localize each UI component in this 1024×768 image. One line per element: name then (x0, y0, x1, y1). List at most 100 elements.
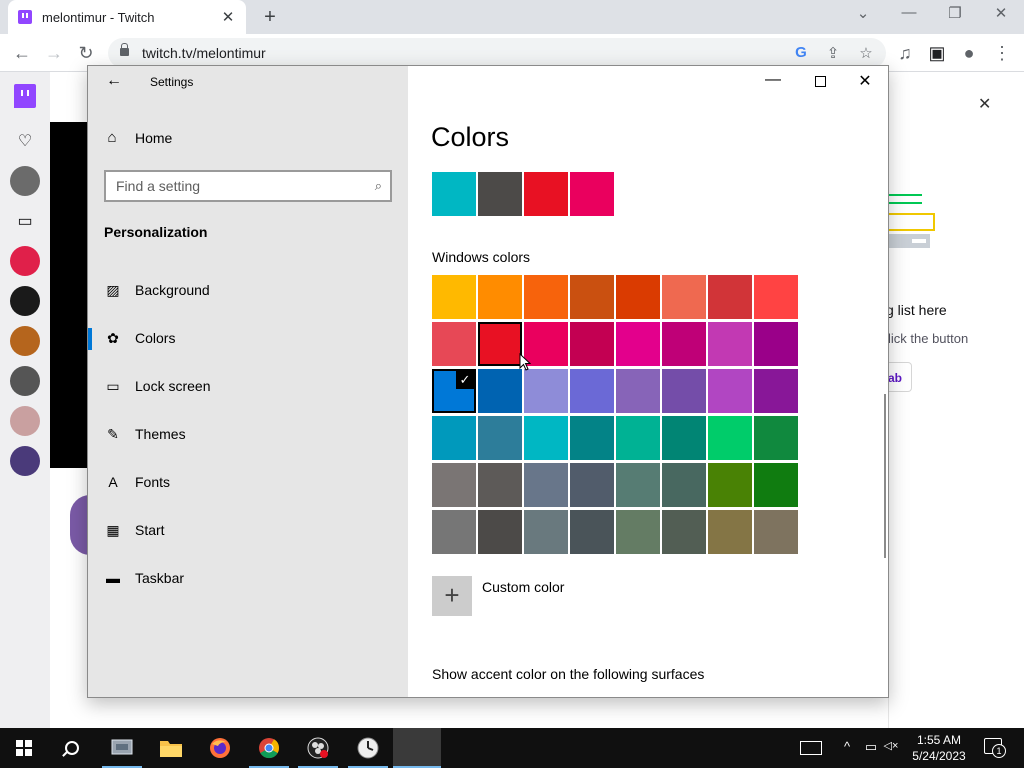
nav-item-lock-screen[interactable]: ▭ Lock screen (88, 366, 408, 406)
custom-color-button[interactable]: + Custom color (432, 576, 564, 616)
back-arrow-icon[interactable]: ← (104, 72, 124, 90)
followed-channel-avatar[interactable] (10, 326, 40, 356)
color-swatch[interactable] (662, 275, 706, 319)
browser-menu-icon[interactable]: ⋮ (991, 42, 1013, 64)
color-swatch[interactable] (432, 510, 476, 554)
color-swatch[interactable] (708, 416, 752, 460)
new-tab-button[interactable]: + (260, 6, 280, 29)
network-icon[interactable]: ▭ (862, 739, 880, 755)
taskbar-search-button[interactable] (48, 728, 96, 768)
taskbar-clock[interactable]: 1:55 AM 5/24/2023 (900, 732, 978, 764)
media-control-icon[interactable]: ♫ (894, 42, 916, 64)
start-button[interactable] (0, 728, 48, 768)
volume-muted-icon[interactable]: ◁× (882, 739, 900, 752)
following-heart-icon[interactable]: ♡ (14, 131, 36, 151)
color-swatch[interactable] (478, 463, 522, 507)
color-swatch[interactable] (708, 322, 752, 366)
color-swatch[interactable] (524, 463, 568, 507)
color-swatch[interactable] (570, 463, 614, 507)
color-swatch[interactable] (570, 416, 614, 460)
news-widget-icon[interactable] (800, 741, 822, 755)
color-swatch[interactable] (478, 322, 522, 366)
browser-close-button[interactable]: ✕ (989, 4, 1013, 22)
window-minimize-button[interactable]: — (758, 71, 788, 89)
taskbar-app-obs[interactable] (294, 728, 342, 768)
settings-search-box[interactable]: Find a setting ⌕ (104, 170, 392, 202)
color-swatch[interactable] (754, 510, 798, 554)
followed-channel-avatar[interactable] (10, 446, 40, 476)
window-close-button[interactable]: ✕ (850, 71, 880, 91)
taskbar-app-firefox[interactable] (196, 728, 244, 768)
nav-item-themes[interactable]: ✎ Themes (88, 414, 408, 454)
followed-channel-avatar[interactable] (10, 366, 40, 396)
side-panel-icon[interactable]: ▣ (926, 42, 948, 64)
color-swatch[interactable] (662, 322, 706, 366)
recent-color-swatch[interactable] (524, 172, 568, 216)
color-swatch[interactable] (570, 322, 614, 366)
color-swatch[interactable] (616, 416, 660, 460)
color-swatch[interactable] (524, 510, 568, 554)
bookmark-star-icon[interactable]: ☆ (857, 44, 875, 62)
color-swatch[interactable] (662, 416, 706, 460)
color-swatch[interactable] (616, 369, 660, 413)
color-swatch[interactable] (432, 416, 476, 460)
color-swatch[interactable]: ✓ (432, 369, 476, 413)
nav-home[interactable]: ⌂ Home (104, 130, 172, 147)
color-swatch[interactable] (432, 322, 476, 366)
color-swatch[interactable] (708, 463, 752, 507)
window-maximize-button[interactable] (815, 76, 826, 87)
color-swatch[interactable] (708, 510, 752, 554)
share-icon[interactable]: ⇪ (824, 44, 842, 62)
color-swatch[interactable] (662, 369, 706, 413)
color-swatch[interactable] (478, 275, 522, 319)
forward-arrow-icon[interactable]: → (43, 42, 65, 64)
color-swatch[interactable] (708, 275, 752, 319)
followed-channel-avatar[interactable] (10, 166, 40, 196)
color-swatch[interactable] (432, 275, 476, 319)
recent-color-swatch[interactable] (432, 172, 476, 216)
recent-color-swatch[interactable] (570, 172, 614, 216)
nav-item-fonts[interactable]: A Fonts (88, 462, 408, 502)
color-swatch[interactable] (754, 275, 798, 319)
lock-icon[interactable] (120, 43, 129, 56)
color-swatch[interactable] (570, 510, 614, 554)
browser-minimize-button[interactable]: — (897, 4, 921, 21)
browser-restore-button[interactable]: ❐ (943, 4, 967, 22)
color-swatch[interactable] (478, 369, 522, 413)
back-arrow-icon[interactable]: ← (11, 42, 33, 64)
tab-close-icon[interactable]: ✕ (220, 8, 236, 26)
recent-color-swatch[interactable] (478, 172, 522, 216)
color-swatch[interactable] (524, 275, 568, 319)
color-swatch[interactable] (754, 322, 798, 366)
color-swatch[interactable] (754, 463, 798, 507)
color-swatch[interactable] (524, 369, 568, 413)
tab-search-icon[interactable]: ⌄ (851, 4, 875, 22)
reload-icon[interactable]: ↻ (75, 42, 97, 64)
browser-tab[interactable]: melontimur - Twitch ✕ (8, 0, 246, 34)
color-swatch[interactable] (708, 369, 752, 413)
taskbar-app-chrome[interactable] (245, 728, 293, 768)
taskbar-app-clock[interactable] (344, 728, 392, 768)
color-swatch[interactable] (662, 463, 706, 507)
taskbar-app-explorer[interactable] (147, 728, 195, 768)
followed-channel-avatar[interactable] (10, 286, 40, 316)
color-swatch[interactable] (754, 416, 798, 460)
color-swatch[interactable] (478, 510, 522, 554)
twitch-panel-button[interactable]: ab (886, 362, 912, 392)
panel-close-icon[interactable]: ✕ (978, 94, 991, 114)
nav-item-start[interactable]: ▦ Start (88, 510, 408, 550)
color-swatch[interactable] (570, 369, 614, 413)
address-bar[interactable]: twitch.tv/melontimur G ⇪ ☆ (108, 38, 886, 68)
color-swatch[interactable] (570, 275, 614, 319)
taskbar-app-settings[interactable] (393, 728, 441, 768)
color-swatch[interactable] (432, 463, 476, 507)
google-icon[interactable]: G (792, 44, 810, 61)
followed-channel-avatar[interactable] (10, 246, 40, 276)
nav-item-taskbar[interactable]: ▬ Taskbar (88, 558, 408, 598)
color-swatch[interactable] (616, 275, 660, 319)
profile-icon[interactable]: ● (958, 42, 980, 64)
content-scrollbar[interactable] (884, 394, 886, 558)
nav-item-background[interactable]: ▨ Background (88, 270, 408, 310)
twitch-video-player[interactable] (50, 122, 90, 468)
color-swatch[interactable] (478, 416, 522, 460)
